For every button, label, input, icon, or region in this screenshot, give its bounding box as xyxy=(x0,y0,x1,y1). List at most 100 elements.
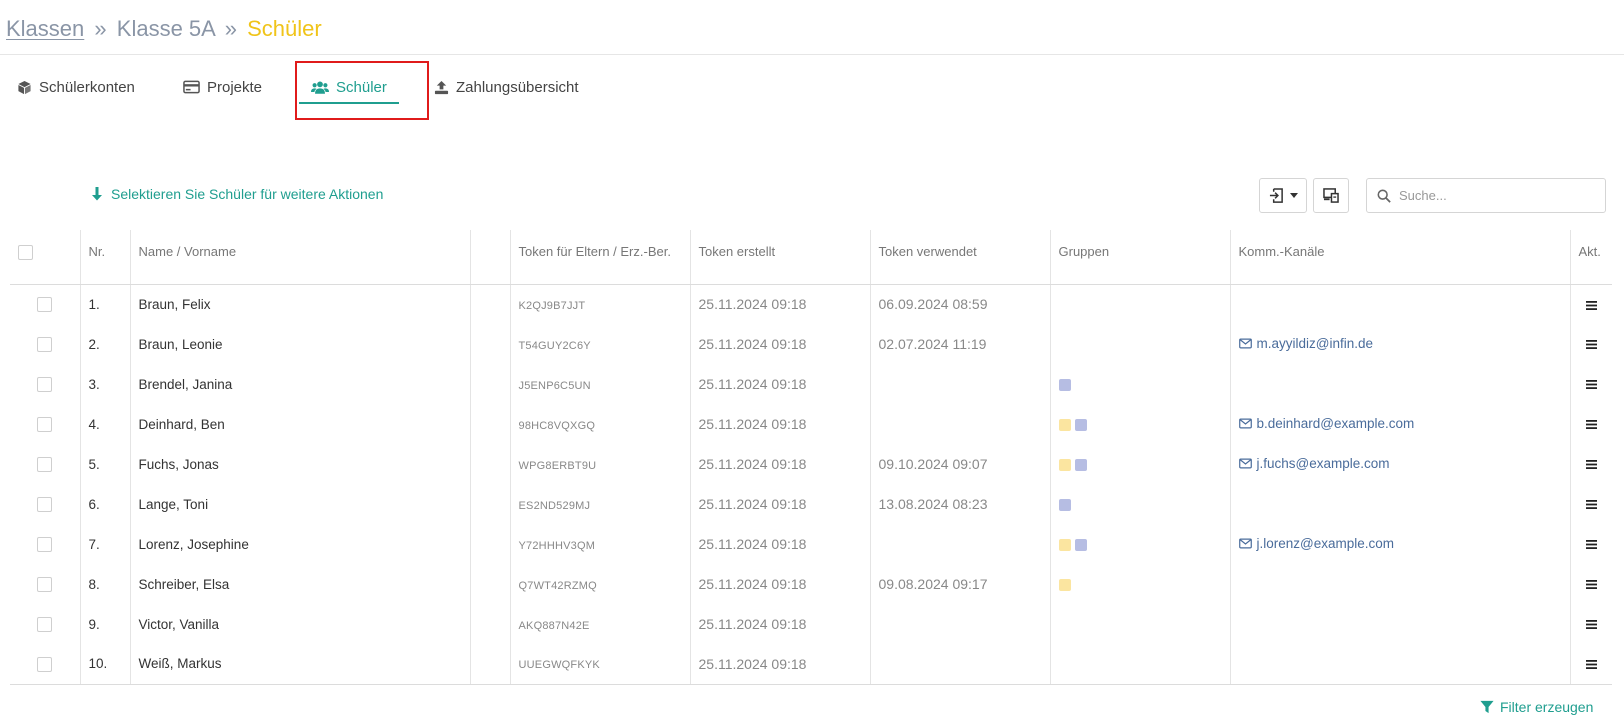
table-row[interactable]: 2. Braun, Leonie T54GUY2C6Y 25.11.2024 09:1… xyxy=(10,324,1612,364)
row-channels: m.ayyildiz@infin.de xyxy=(1230,324,1571,364)
group-purple-chip xyxy=(1074,538,1087,551)
row-channels: b.deinhard@example.com xyxy=(1230,404,1571,444)
row-token-cell: Y72HHHV3QM xyxy=(510,524,691,564)
row-token-created-cell: 25.11.2024 09:18 xyxy=(690,644,871,685)
row-channels: j.fuchs@example.com xyxy=(1230,444,1571,484)
create-filter-link[interactable]: Filter erzeugen xyxy=(1480,699,1593,715)
row-token-created: 25.11.2024 09:18 xyxy=(698,376,807,392)
row-token-used: 09.10.2024 09:07 xyxy=(878,456,988,472)
row-token: T54GUY2C6Y xyxy=(518,339,591,352)
row-actions[interactable] xyxy=(1570,404,1612,444)
filter-icon xyxy=(1480,700,1494,714)
students-table: Nr. Name / Vorname Token für Eltern / Er… xyxy=(10,230,1612,685)
row-checkbox[interactable] xyxy=(37,336,53,352)
col-header-groups[interactable]: Gruppen xyxy=(1050,230,1231,285)
email-link[interactable]: b.deinhard@example.com xyxy=(1238,416,1415,431)
tab-schuelerkonten[interactable]: Schülerkonten xyxy=(17,64,135,110)
row-checkbox[interactable] xyxy=(37,297,53,313)
row-checkbox[interactable] xyxy=(37,496,53,512)
row-checkbox[interactable] xyxy=(37,376,53,392)
row-spacer xyxy=(470,524,511,564)
breadcrumb-klassen-link[interactable]: Klassen xyxy=(6,16,84,41)
email-link[interactable]: j.fuchs@example.com xyxy=(1238,456,1390,471)
row-checkbox[interactable] xyxy=(37,576,53,592)
credit-card-icon xyxy=(183,80,200,94)
table-row[interactable]: 7. Lorenz, Josephine Y72HHHV3QM 25.11.2024 … xyxy=(10,524,1612,564)
row-actions[interactable] xyxy=(1570,284,1612,324)
table-row[interactable]: 1. Braun, Felix K2QJ9B7JJT 25.11.2024 09:18… xyxy=(10,284,1612,324)
row-token: 98HC8VQXGQ xyxy=(518,419,596,432)
breadcrumb-klasse-link[interactable]: Klasse 5A xyxy=(117,16,215,41)
table-row[interactable]: 10. Weiß, Markus UUEGWQFKYK 25.11.2024 09:1… xyxy=(10,644,1612,685)
tab-schueler[interactable]: Schüler xyxy=(299,64,399,110)
row-name: Weiß, Markus xyxy=(130,644,471,685)
row-name: Braun, Leonie xyxy=(130,324,471,364)
row-groups xyxy=(1050,644,1231,685)
table-row[interactable]: 5. Fuchs, Jonas WPG8ERBT9U 25.11.2024 09:18… xyxy=(10,444,1612,484)
row-checkbox[interactable] xyxy=(37,656,53,672)
header-divider xyxy=(0,54,1624,55)
email-text: b.deinhard@example.com xyxy=(1256,416,1415,431)
email-link[interactable]: m.ayyildiz@infin.de xyxy=(1238,336,1374,351)
row-checkbox[interactable] xyxy=(37,536,53,552)
col-header-token-used[interactable]: Token verwendet xyxy=(870,230,1051,285)
col-header-name[interactable]: Name / Vorname xyxy=(130,230,471,285)
row-nr: 7. xyxy=(80,524,131,564)
search-input[interactable] xyxy=(1399,188,1599,203)
col-header-nr[interactable]: Nr. xyxy=(80,230,131,285)
select-all-checkbox[interactable] xyxy=(18,245,33,261)
upload-icon xyxy=(434,80,449,94)
row-checkbox[interactable] xyxy=(37,416,53,432)
row-nr: 9. xyxy=(80,604,131,644)
row-actions[interactable] xyxy=(1570,324,1612,364)
row-checkbox[interactable] xyxy=(37,456,53,472)
breadcrumb-current: Schüler xyxy=(247,16,322,41)
group-purple-chip xyxy=(1074,418,1087,431)
select-students-hint[interactable]: Selektieren Sie Schüler für weitere Akti… xyxy=(91,186,383,202)
row-token-used: 09.08.2024 09:17 xyxy=(878,576,988,592)
row-token-cell: 98HC8VQXGQ xyxy=(510,404,691,444)
email-text: j.lorenz@example.com xyxy=(1256,536,1395,551)
row-actions[interactable] xyxy=(1570,524,1612,564)
tab-projekte[interactable]: Projekte xyxy=(183,64,262,110)
table-row[interactable]: 9. Victor, Vanilla AKQ887N42E 25.11.2024 09… xyxy=(10,604,1612,644)
row-actions[interactable] xyxy=(1570,484,1612,524)
row-select-cell xyxy=(10,444,81,484)
email-link[interactable]: j.lorenz@example.com xyxy=(1238,536,1395,551)
caret-down-icon xyxy=(1289,192,1298,198)
row-nr: 6. xyxy=(80,484,131,524)
row-token-used-cell: 02.07.2024 11:19 xyxy=(870,324,1051,364)
row-checkbox[interactable] xyxy=(37,616,53,632)
row-actions[interactable] xyxy=(1570,644,1612,685)
row-nr: 3. xyxy=(80,364,131,404)
row-actions[interactable] xyxy=(1570,564,1612,604)
menu-icon xyxy=(1585,620,1597,630)
row-token-cell: AKQ887N42E xyxy=(510,604,691,644)
row-actions[interactable] xyxy=(1570,604,1612,644)
row-spacer xyxy=(470,284,511,324)
menu-icon xyxy=(1585,380,1597,390)
row-token-used-cell xyxy=(870,364,1051,404)
email-text: j.fuchs@example.com xyxy=(1256,456,1390,471)
columns-button[interactable] xyxy=(1313,178,1349,213)
select-all-cell xyxy=(10,230,81,285)
table-row[interactable]: 3. Brendel, Janina J5ENP6C5UN 25.11.2024 09… xyxy=(10,364,1612,404)
col-header-token[interactable]: Token für Eltern / Erz.-Ber. xyxy=(510,230,691,285)
row-name: Lange, Toni xyxy=(130,484,471,524)
tab-label: Projekte xyxy=(207,78,263,96)
row-token: J5ENP6C5UN xyxy=(518,379,591,392)
email-text: m.ayyildiz@infin.de xyxy=(1256,336,1374,351)
row-actions[interactable] xyxy=(1570,364,1612,404)
menu-icon xyxy=(1585,460,1597,470)
row-token-used-cell xyxy=(870,404,1051,444)
table-row[interactable]: 6. Lange, Toni ES2ND529MJ 25.11.2024 09:18 1… xyxy=(10,484,1612,524)
export-dropdown-button[interactable] xyxy=(1259,178,1307,213)
row-groups xyxy=(1050,364,1231,404)
row-actions[interactable] xyxy=(1570,444,1612,484)
col-header-token-created[interactable]: Token erstellt xyxy=(690,230,871,285)
col-header-channels[interactable]: Komm.-Kanäle xyxy=(1230,230,1571,285)
table-row[interactable]: 4. Deinhard, Ben 98HC8VQXGQ 25.11.2024 09:1… xyxy=(10,404,1612,444)
tab-zahlungsuebersicht[interactable]: Zahlungsübersicht xyxy=(434,64,579,110)
table-row[interactable]: 8. Schreiber, Elsa Q7WT42RZMQ 25.11.2024 09… xyxy=(10,564,1612,604)
row-spacer xyxy=(470,564,511,604)
